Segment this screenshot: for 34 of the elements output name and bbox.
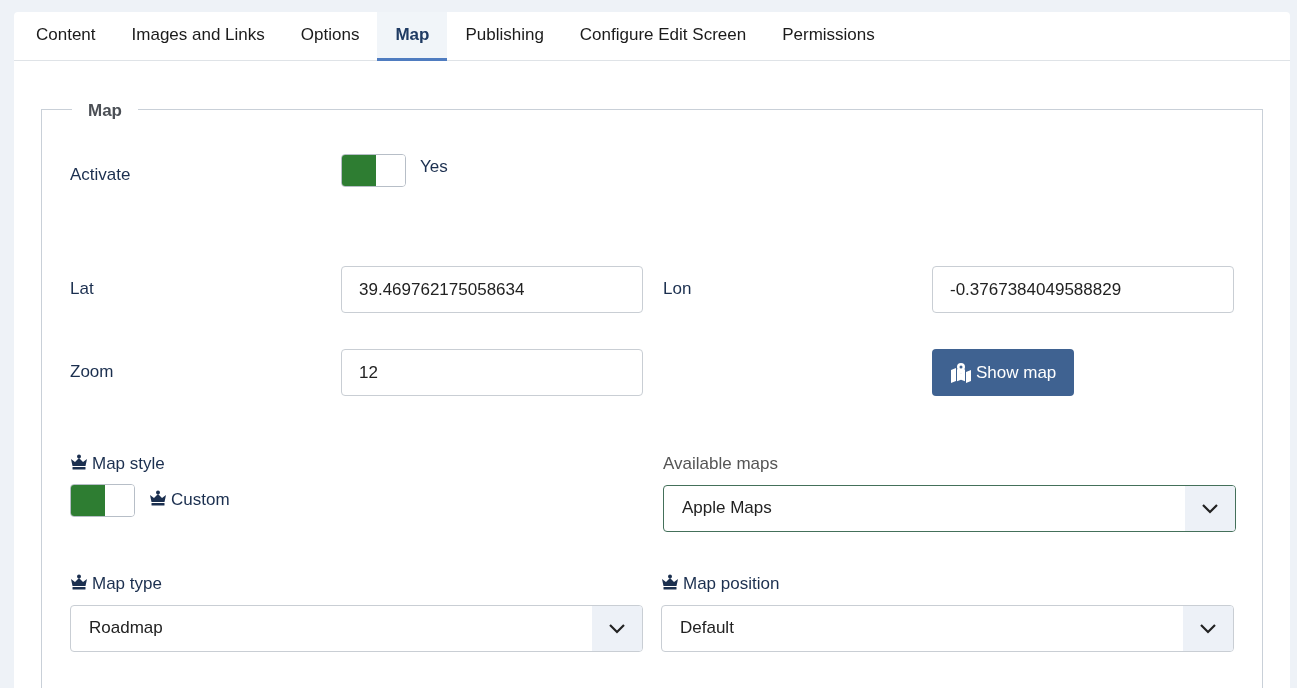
tab[interactable]: Permissions	[764, 12, 893, 61]
field-label: Lon	[663, 279, 692, 298]
tab[interactable]: Options	[282, 12, 378, 61]
field-label: Map style	[70, 454, 165, 473]
field-label: Lat	[70, 279, 94, 298]
field-label: Map type	[70, 574, 162, 593]
tab[interactable]: Publishing	[447, 12, 562, 61]
show-map-button[interactable]: Show map	[932, 349, 1075, 396]
field-label: Available maps	[663, 454, 778, 473]
crown-icon	[70, 574, 88, 590]
select-dropdown[interactable]: Default	[661, 604, 1234, 652]
tab[interactable]: Map	[377, 12, 448, 61]
field-label: Map position	[661, 574, 780, 593]
toggle-state-label: Yes	[420, 156, 448, 178]
text-field[interactable]: 39.469762175058634	[341, 266, 643, 313]
chevron-down-icon	[1201, 502, 1219, 514]
text-field[interactable]: -0.3767384049588829	[932, 266, 1234, 313]
crown-icon	[70, 454, 88, 470]
select-dropdown[interactable]: Apple Maps	[663, 484, 1236, 532]
field-label: Zoom	[70, 362, 114, 381]
map-marker-icon	[950, 362, 972, 383]
tab[interactable]: Images and Links	[113, 12, 283, 61]
chevron-down-icon	[1199, 622, 1217, 634]
tab[interactable]: Configure Edit Screen	[561, 12, 765, 61]
select-dropdown[interactable]: Roadmap	[70, 604, 643, 652]
toggle-switch[interactable]	[70, 483, 135, 517]
field-label: Activate	[70, 165, 131, 184]
chevron-down-icon	[608, 622, 626, 634]
toggle-switch[interactable]	[341, 154, 406, 187]
field-label: Custom	[149, 490, 230, 510]
crown-icon	[149, 490, 167, 507]
text-field[interactable]: 12	[341, 349, 643, 396]
crown-icon	[661, 574, 679, 590]
tab[interactable]: Content	[18, 12, 114, 61]
